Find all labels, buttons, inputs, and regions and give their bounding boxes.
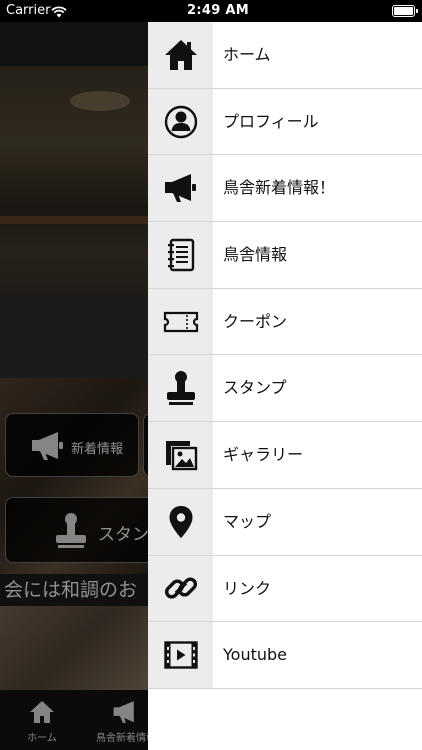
menu-item-label: クーポン bbox=[223, 311, 288, 331]
menu-item-label: 鳥舎情報 bbox=[223, 245, 288, 265]
menu-item-label: ホーム bbox=[223, 45, 271, 64]
stamp-icon bbox=[166, 371, 195, 406]
menu-item-gallery[interactable]: ギャラリー bbox=[148, 422, 422, 489]
gallery-icon bbox=[165, 440, 197, 471]
menu-item-label: 鳥舎新着情報！ bbox=[223, 178, 336, 198]
menu-item-stamp[interactable]: スタンプ bbox=[148, 355, 422, 423]
wifi-icon bbox=[51, 3, 67, 22]
profile-icon bbox=[164, 105, 197, 138]
map-pin-icon bbox=[169, 505, 192, 538]
menu-item-label: プロフィール bbox=[223, 111, 319, 131]
menu-item-home[interactable]: ホーム bbox=[148, 22, 422, 89]
menu-item-youtube[interactable]: Youtube bbox=[148, 622, 422, 689]
menu-item-profile[interactable]: プロフィール bbox=[148, 88, 422, 156]
carrier-label: Carrier bbox=[6, 3, 51, 18]
menu-item-label: Youtube bbox=[223, 645, 287, 665]
clock: 2:49 AM bbox=[187, 3, 249, 18]
drawer-overlay[interactable] bbox=[0, 22, 148, 750]
menu-item-info[interactable]: 鳥舎情報 bbox=[148, 222, 422, 289]
menu-item-news[interactable]: 鳥舎新着情報！ bbox=[148, 155, 422, 223]
megaphone-icon bbox=[164, 174, 196, 203]
notebook-icon bbox=[167, 238, 194, 272]
status-bar: Carrier 2:49 AM bbox=[0, 0, 422, 22]
coupon-icon bbox=[163, 311, 198, 332]
battery-icon bbox=[392, 5, 418, 17]
video-icon bbox=[163, 641, 198, 669]
menu-item-link[interactable]: リンク bbox=[148, 555, 422, 623]
link-icon bbox=[164, 577, 197, 599]
menu-item-label: ギャラリー bbox=[223, 445, 304, 465]
menu-item-label: リンク bbox=[223, 578, 272, 598]
menu-item-label: スタンプ bbox=[223, 378, 287, 398]
menu-item-label: マップ bbox=[223, 511, 272, 531]
menu-item-coupon[interactable]: クーポン bbox=[148, 288, 422, 356]
side-drawer: ホーム プロフィール 鳥舎新着情報！ 鳥舎情報 クーポン スタンプ ギャラリー … bbox=[148, 22, 422, 750]
home-icon bbox=[164, 39, 197, 70]
menu-item-map[interactable]: マップ bbox=[148, 488, 422, 556]
